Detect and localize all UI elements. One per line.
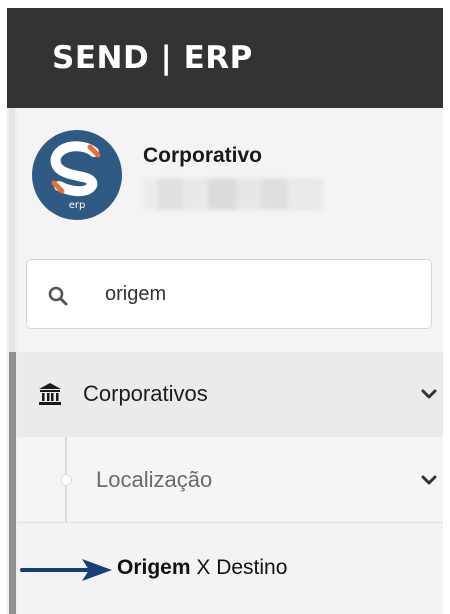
- brand-title[interactable]: SEND | ERP: [52, 40, 253, 76]
- sidebar: erp Corporativo Corporativo: [7, 108, 443, 614]
- logo-erp-text: erp: [69, 200, 86, 211]
- logo-icon: erp: [32, 130, 122, 220]
- scrollbar-thumb[interactable]: [9, 352, 16, 614]
- search-match-highlight: Origem: [117, 556, 191, 579]
- top-header: SEND | ERP: [7, 8, 443, 108]
- sidebar-scrollbar[interactable]: [7, 108, 17, 614]
- pointer-arrow-icon: [20, 559, 112, 581]
- chevron-down-icon[interactable]: [421, 388, 437, 400]
- redacted-company-detail: [143, 178, 323, 210]
- tree-node-dot: [60, 474, 72, 486]
- outer-margin-right: [443, 0, 450, 614]
- menu-subgroup-localizacao[interactable]: Localização: [17, 437, 443, 522]
- company-logo: erp: [32, 130, 122, 225]
- menu-subgroup-label: Localização: [96, 467, 213, 492]
- page: SEND | ERP erp Corporativo origem Corpor…: [0, 0, 450, 614]
- menu-item-label-rest: X Destino: [190, 556, 288, 579]
- menu-search-box[interactable]: [26, 259, 432, 329]
- menu-item-label: Origem X Destino: [117, 556, 287, 580]
- menu-item-origem-destino[interactable]: Origem X Destino: [17, 522, 443, 614]
- menu-search-input[interactable]: [105, 278, 405, 310]
- menu-group-label: Corporativos: [83, 381, 208, 406]
- search-icon: [48, 286, 68, 306]
- chevron-down-icon[interactable]: [421, 474, 437, 486]
- menu-group-corporativos[interactable]: Corporativos: [17, 352, 443, 437]
- outer-margin-left: [0, 0, 7, 614]
- bank-icon: [39, 383, 61, 405]
- profile-panel: erp Corporativo: [17, 108, 443, 248]
- company-name: Corporativo: [143, 144, 263, 167]
